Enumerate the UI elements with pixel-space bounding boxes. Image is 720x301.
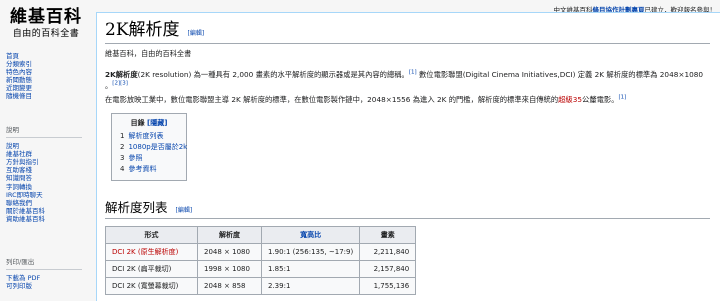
- column-header[interactable]: 寬高比: [260, 226, 361, 244]
- table-row: DCI 2K (扁平裁切) 1998 × 1080 1.85:1 2,157,8…: [105, 260, 417, 278]
- toc-link[interactable]: 解析度列表: [128, 132, 163, 140]
- reference-link[interactable]: [1]: [619, 95, 627, 101]
- intro-paragraph-1: 2K解析度(2K resolution) 為一種具有 2,000 畫素的水平解析…: [105, 69, 710, 91]
- intro-paragraph-2: 在電影放映工業中，數位電影聯盟主導 2K 解析度的標準，在數位電影製作鏈中，20…: [105, 94, 710, 105]
- print-heading: 列印/匯出: [6, 258, 35, 266]
- toc-link[interactable]: 參考資料: [128, 165, 156, 173]
- title-edit-link[interactable]: [編輯]: [188, 28, 205, 37]
- toc-link[interactable]: 1080p是否屬於2k: [128, 143, 187, 151]
- logo-title: 維基百科: [10, 7, 82, 27]
- column-header-link[interactable]: 寬高比: [300, 231, 321, 239]
- tagline: 維基百科，自由的百科全書: [105, 49, 192, 58]
- toc-link[interactable]: 參照: [128, 154, 142, 162]
- intro-text: (2K resolution) 為一種具有 2,000 畫素的水平解析度的顯示器…: [137, 70, 409, 79]
- toc-item[interactable]: 3 參照: [120, 153, 178, 164]
- sidebar-item-conversion[interactable]: 字詞轉換: [6, 183, 88, 191]
- logo-subtitle: 自由的百科全書: [12, 29, 80, 39]
- format-cell: DCI 2K (寬螢幕裁切): [105, 277, 198, 295]
- table-header-row: 形式 解析度 寬高比 畫素: [105, 226, 417, 244]
- sidebar-item-irc[interactable]: IRC即時聊天: [6, 191, 88, 199]
- sidebar-item-home[interactable]: 首頁: [6, 52, 88, 60]
- toc-number: 3: [120, 154, 125, 162]
- resolution-cell: 1998 × 1080: [197, 260, 262, 278]
- sidebar-item-random[interactable]: 隨機條目: [6, 92, 88, 100]
- content-area: 2K解析度 [編輯] 維基百科，自由的百科全書 2K解析度(2K resolut…: [96, 12, 720, 301]
- help-portal: 說明 說明 維基社群 方針與指引 互助客棧 知識問答 字詞轉換 IRC即時聊天 …: [6, 126, 88, 223]
- intro-text: 在電影放映工業中，數位電影聯盟主導 2K 解析度的標準，在數位電影製作鏈中，20…: [105, 95, 559, 104]
- sidebar-item-categories[interactable]: 分類索引: [6, 60, 88, 68]
- column-header[interactable]: 畫素: [359, 226, 417, 244]
- section-edit-link[interactable]: [編輯]: [176, 205, 193, 214]
- toc-item[interactable]: 1 解析度列表: [120, 131, 178, 142]
- intro-text: 公釐電影。: [582, 95, 619, 104]
- divider: [105, 218, 710, 219]
- print-portal: 列印/匯出 下載為 PDF 可列印版: [6, 258, 88, 290]
- sidebar-item-printable[interactable]: 可列印版: [6, 282, 88, 290]
- section-header: 解析度列表 [編輯]: [105, 197, 710, 216]
- help-heading: 說明: [6, 126, 19, 134]
- table-row: DCI 2K (原生解析度) 2048 × 1080 1.90:1 (256:1…: [105, 243, 417, 261]
- format-cell: DCI 2K (原生解析度): [105, 243, 198, 261]
- sidebar: 維基百科 自由的百科全書 首頁 分類索引 特色內容 新聞動態 近期變更 隨機條目…: [0, 0, 90, 301]
- edit-link[interactable]: [編輯]: [188, 30, 205, 37]
- toc-item[interactable]: 4 參考資料: [120, 164, 178, 175]
- divider: [6, 269, 82, 271]
- resolution-cell: 2048 × 858: [197, 277, 262, 295]
- wikipedia-logo[interactable]: 維基百科 自由的百科全書: [4, 6, 88, 50]
- format-note[interactable]: (原生解析度): [138, 248, 178, 256]
- bold-term: 2K解析度: [105, 70, 138, 79]
- column-header[interactable]: 解析度: [197, 226, 262, 244]
- ratio-cell: 2.39:1: [260, 277, 361, 295]
- ratio-cell: 1.85:1: [260, 260, 361, 278]
- red-link[interactable]: 超級35: [558, 95, 582, 104]
- ratio-cell: 1.90:1 (256:135, ~17:9): [260, 243, 361, 261]
- pixels-cell: 2,157,840: [359, 260, 417, 278]
- toc-number: 4: [120, 165, 125, 173]
- nav-portal: 首頁 分類索引 特色內容 新聞動態 近期變更 隨機條目: [6, 52, 88, 101]
- toc-header: 目錄 [隱藏]: [120, 118, 178, 129]
- divider: [6, 137, 82, 139]
- sidebar-item-contact[interactable]: 聯絡我們: [6, 199, 88, 207]
- section-title: 解析度列表: [105, 200, 168, 215]
- format-cell: DCI 2K (扁平裁切): [105, 260, 198, 278]
- resolution-cell: 2048 × 1080: [197, 243, 262, 261]
- edit-link[interactable]: [編輯]: [176, 207, 193, 214]
- toc-number: 1: [120, 132, 125, 140]
- title-row: 2K解析度 [編輯]: [105, 19, 710, 41]
- toc-number: 2: [120, 143, 125, 151]
- pixels-cell: 1,755,136: [359, 277, 417, 295]
- pixels-cell: 2,211,840: [359, 243, 417, 261]
- reference-link[interactable]: [1]: [409, 70, 417, 76]
- toc-title: 目錄: [130, 119, 145, 127]
- sidebar-item-download-pdf[interactable]: 下載為 PDF: [6, 274, 88, 282]
- divider: [105, 43, 710, 44]
- toc-hide-toggle[interactable]: [隱藏]: [147, 119, 167, 127]
- sidebar-item-help[interactable]: 說明: [6, 142, 88, 150]
- sidebar-item-about[interactable]: 關於維基百科: [6, 207, 88, 215]
- sidebar-item-donate[interactable]: 資助維基百科: [6, 215, 88, 223]
- resolution-table: 形式 解析度 寬高比 畫素 DCI 2K (原生解析度) 2048 × 1080…: [105, 226, 417, 295]
- table-of-contents: 目錄 [隱藏] 1 解析度列表 2 1080p是否屬於2k 3 參照 4 參考資料: [111, 113, 187, 181]
- sidebar-item-reference-desk[interactable]: 知識問答: [6, 174, 88, 182]
- toc-item[interactable]: 2 1080p是否屬於2k: [120, 142, 187, 153]
- reference-link[interactable]: [2][3]: [112, 81, 128, 87]
- page-title: 2K解析度: [105, 20, 180, 40]
- table-row: DCI 2K (寬螢幕裁切) 2048 × 858 2.39:1 1,755,1…: [105, 277, 417, 295]
- format-link[interactable]: DCI 2K: [112, 248, 136, 256]
- column-header[interactable]: 形式: [105, 226, 198, 244]
